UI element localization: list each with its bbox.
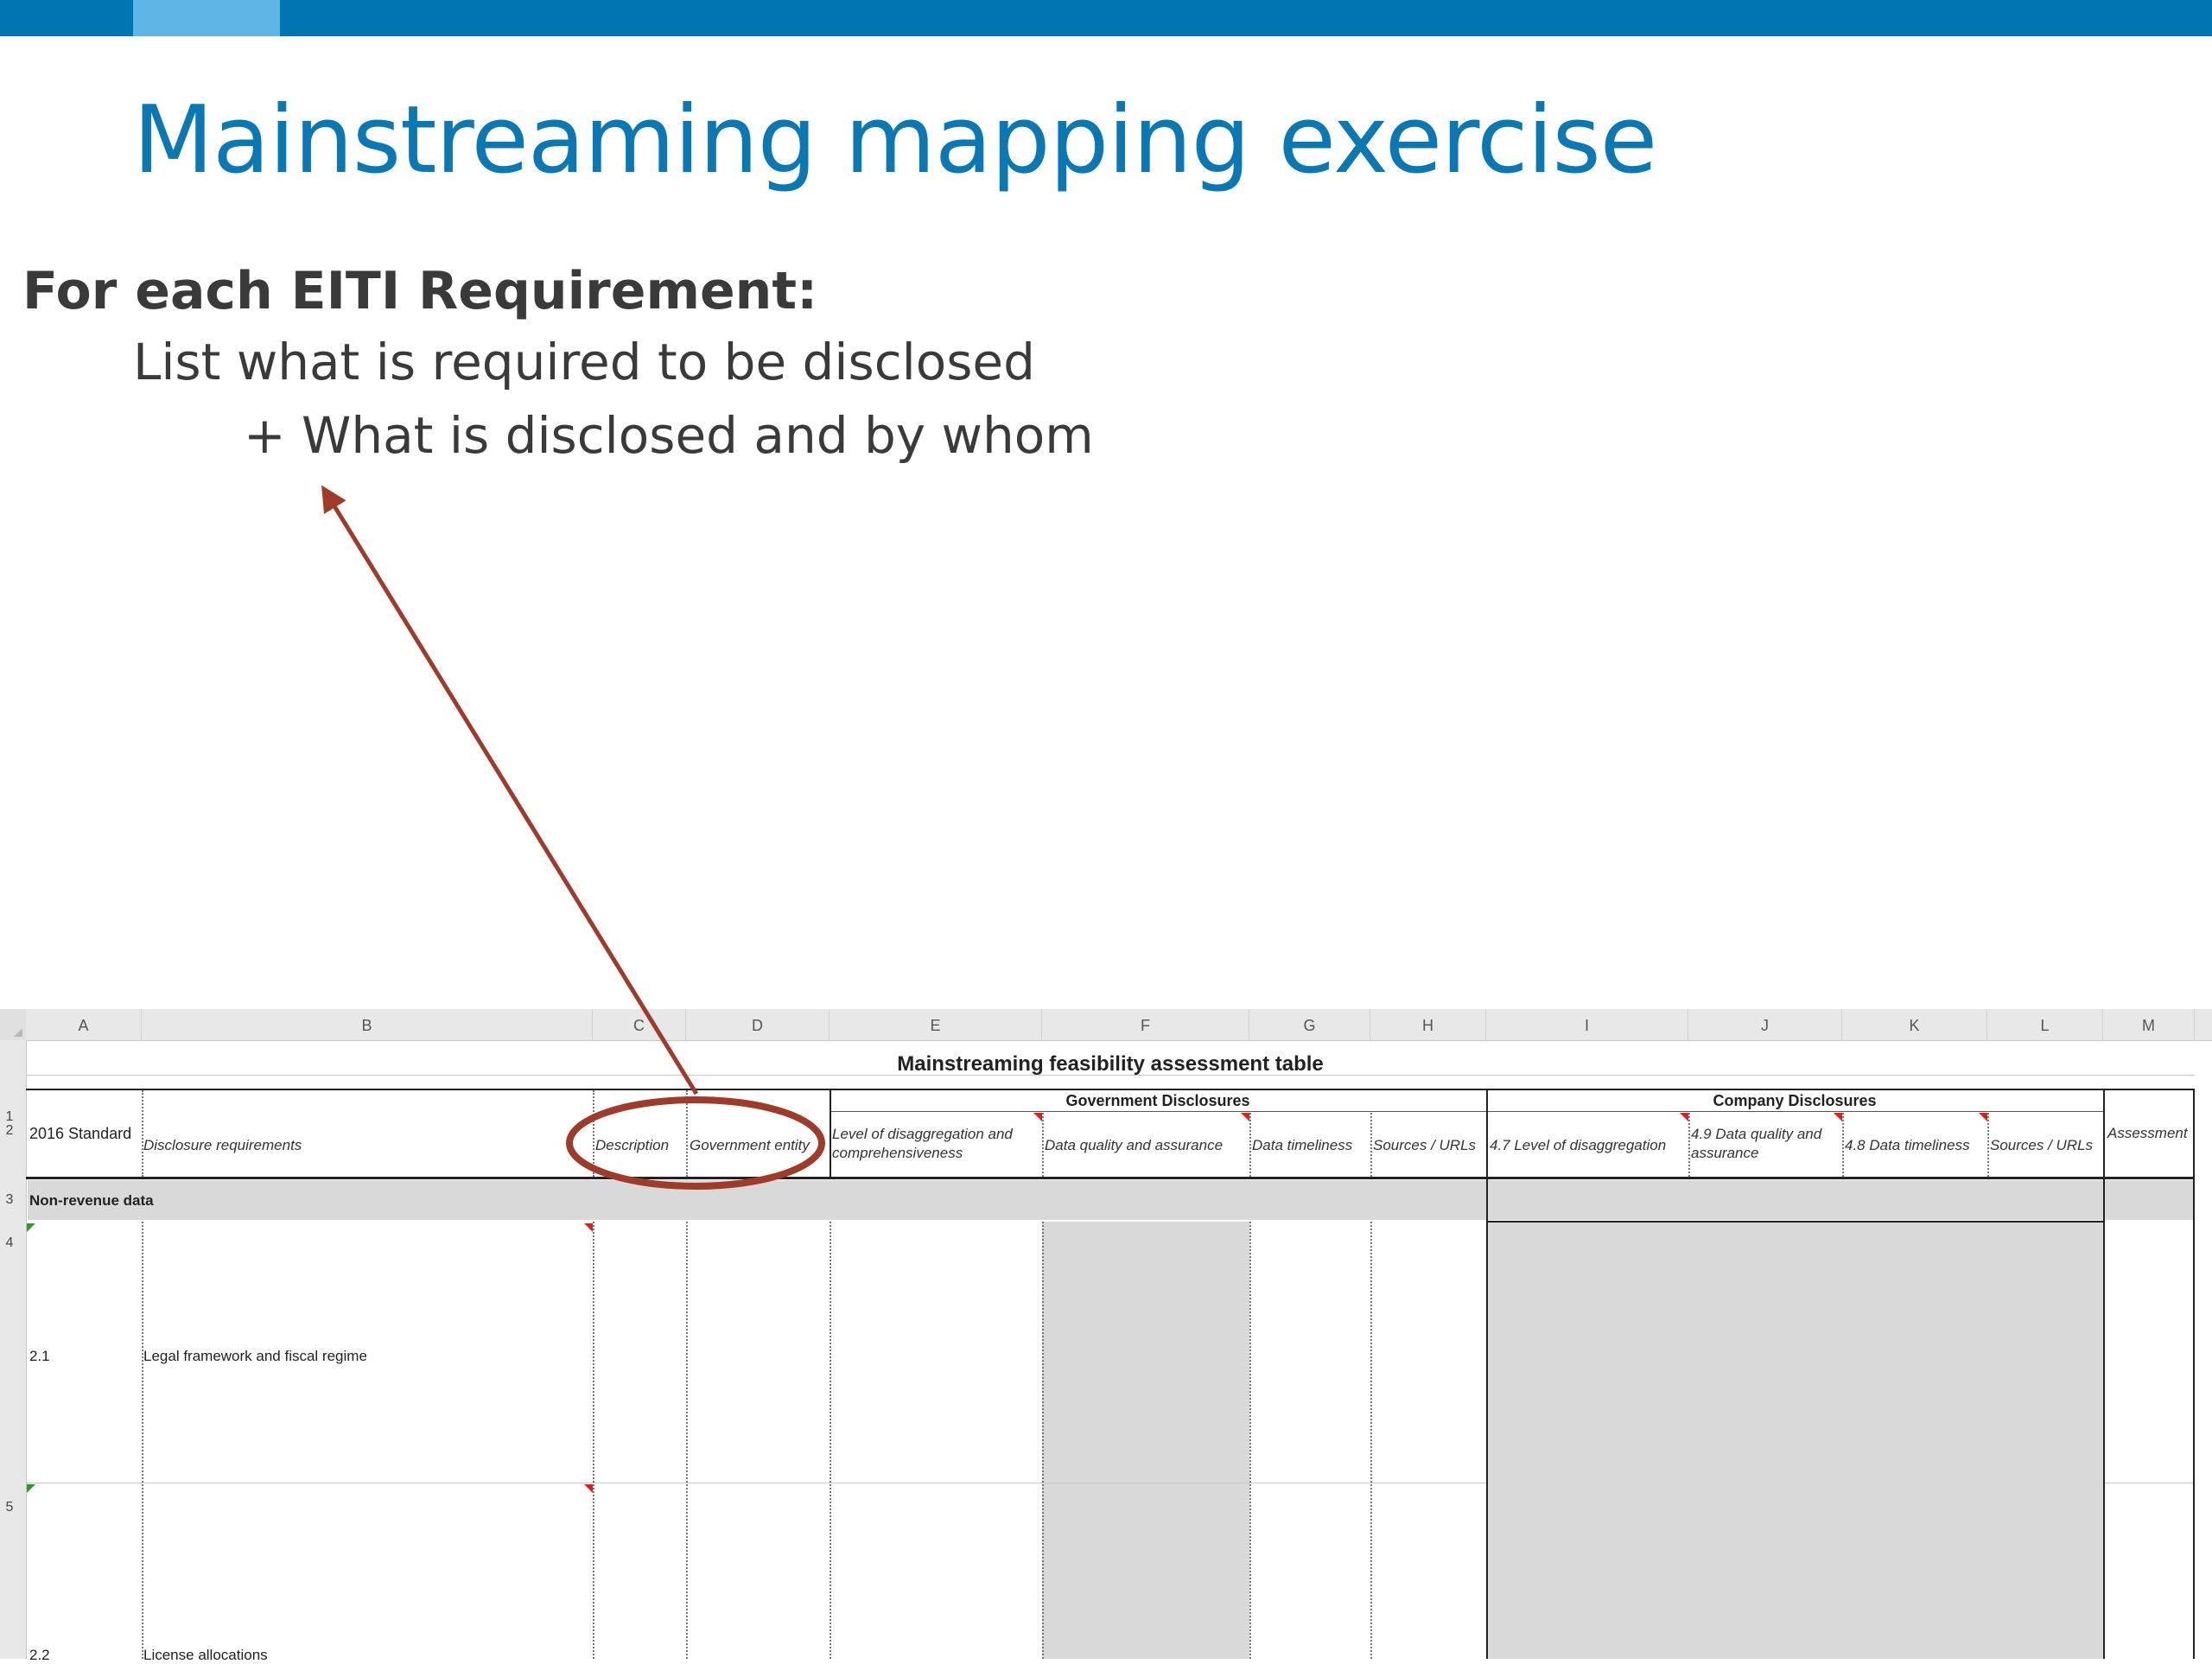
annotation-overlay bbox=[321, 485, 825, 1190]
annotation-arrow bbox=[321, 485, 699, 1096]
annotation-circle bbox=[566, 1096, 825, 1190]
